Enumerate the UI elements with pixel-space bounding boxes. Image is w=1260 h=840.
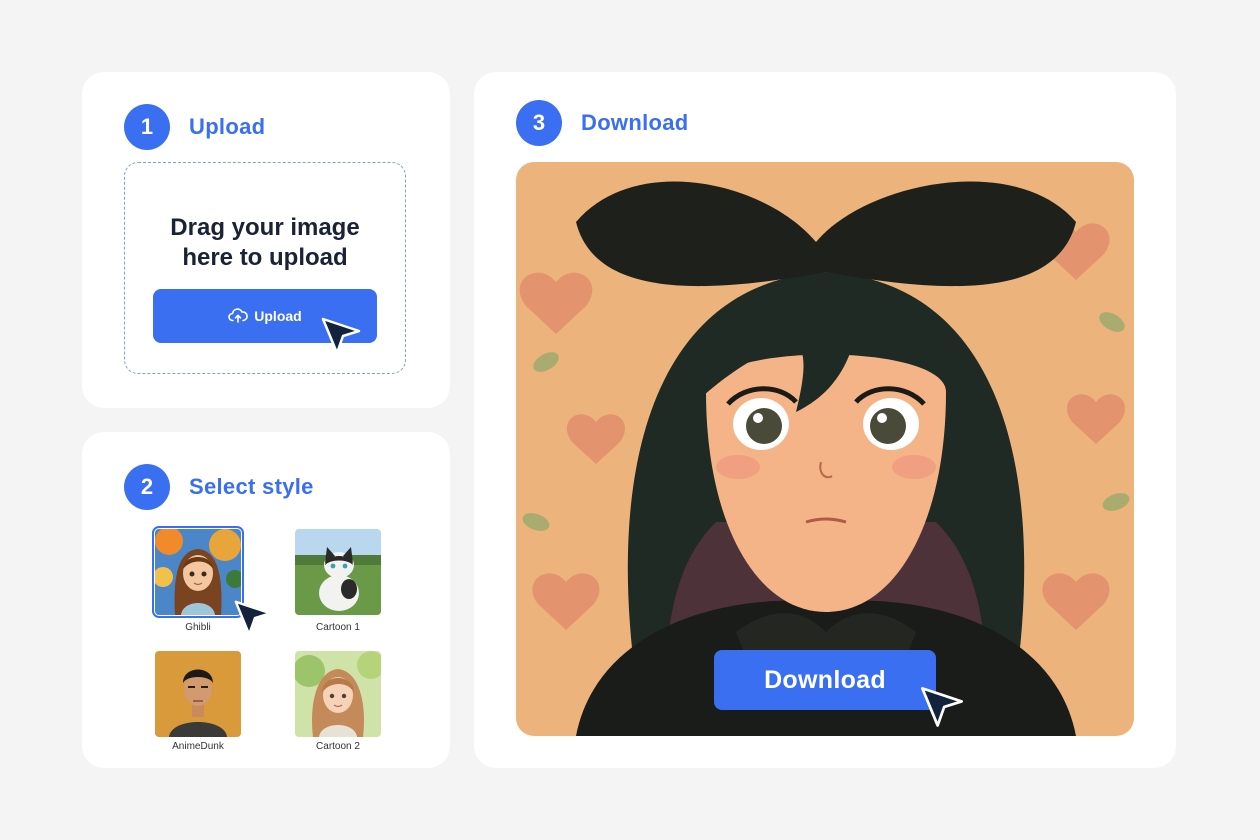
step-2-title: Select style bbox=[189, 474, 314, 499]
upload-card: 1 Upload Drag your image here to upload … bbox=[82, 72, 450, 408]
step-1-badge: 1 bbox=[124, 104, 170, 150]
step-2-badge: 2 bbox=[124, 464, 170, 510]
cloud-upload-icon bbox=[228, 307, 249, 326]
upload-button-label: Upload bbox=[254, 308, 302, 324]
download-button[interactable]: Download bbox=[714, 650, 936, 710]
image-dropzone[interactable]: Drag your image here to upload Upload bbox=[124, 162, 406, 374]
animedunk-man-image bbox=[155, 651, 241, 737]
style-thumb-cartoon-2[interactable] bbox=[295, 651, 381, 737]
pointer-cursor-icon bbox=[234, 600, 272, 636]
style-label-animedunk: AnimeDunk bbox=[172, 741, 224, 752]
style-label-cartoon-2: Cartoon 2 bbox=[316, 741, 360, 752]
ghibli-girl-image bbox=[155, 529, 241, 615]
step-3-title: Download bbox=[581, 110, 689, 135]
dropzone-instructions: Drag your image here to upload bbox=[170, 214, 360, 271]
step-3-badge: 3 bbox=[516, 100, 562, 146]
style-card: 2 Select style Ghibli Cartoon 1 AnimeDun… bbox=[82, 432, 450, 768]
style-label-cartoon-1: Cartoon 1 bbox=[316, 622, 360, 633]
style-thumb-ghibli[interactable] bbox=[152, 526, 244, 618]
result-image: Download bbox=[516, 162, 1134, 736]
step-1-title: Upload bbox=[189, 114, 266, 139]
style-thumb-cartoon-1[interactable] bbox=[295, 529, 381, 615]
pointer-cursor-icon bbox=[321, 317, 361, 355]
cartoon-woman-image bbox=[295, 651, 381, 737]
pointer-cursor-icon bbox=[921, 687, 963, 727]
cartoon-cat-image bbox=[295, 529, 381, 615]
style-thumb-animedunk[interactable] bbox=[155, 651, 241, 737]
download-card: 3 Download Download bbox=[474, 72, 1176, 768]
